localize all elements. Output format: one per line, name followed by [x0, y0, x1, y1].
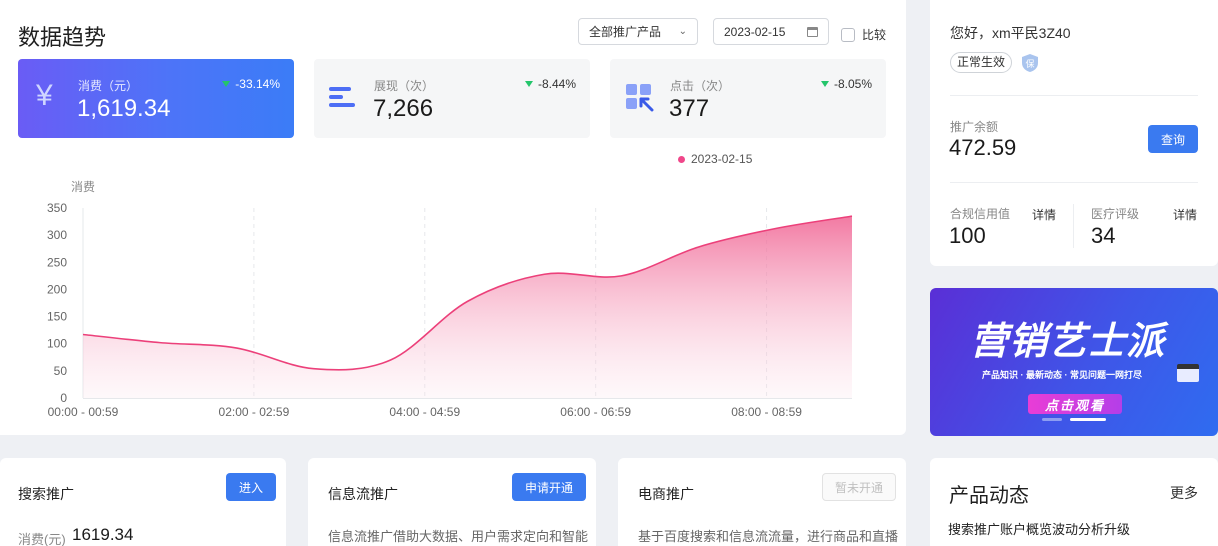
feed-promo-card: 信息流推广 申请开通 信息流推广借助大数据、用户需求定向和智能 [308, 458, 596, 546]
card-title: 电商推广 [638, 486, 694, 502]
metric-change-text: -33.14% [235, 77, 280, 91]
credit-detail-link[interactable]: 详情 [1032, 206, 1056, 223]
search-promo-card: 搜索推广 进入 消费(元) 1619.34 [0, 458, 286, 546]
account-panel: 您好，xm平民3Z40 正常生效 保 推广余额 472.59 查询 合规信用值 … [930, 0, 1218, 266]
y-tick-label: 350 [47, 201, 67, 215]
carousel-dot-active[interactable] [1070, 418, 1106, 421]
banner-title: 营销艺士派 [970, 321, 1166, 363]
compare-checkbox[interactable] [841, 27, 855, 42]
y-tick-label: 100 [47, 337, 67, 351]
legend-label: 2023-02-15 [691, 152, 753, 166]
metric-card-clicks[interactable]: 点击（次） 377 -8.05% [610, 59, 886, 138]
y-tick-label: 150 [47, 310, 67, 324]
legend-dot [678, 155, 685, 163]
card-title: 信息流推广 [328, 486, 398, 502]
y-tick-label: 200 [47, 282, 67, 296]
calendar-icon [807, 26, 818, 37]
medical-value: 34 [1091, 223, 1116, 248]
chevron-down-icon: ⌄ [678, 26, 687, 37]
card-title: 搜索推广 [18, 486, 74, 502]
metric-change-text: -8.44% [537, 77, 576, 91]
status-badge: 正常生效 [950, 52, 1013, 73]
series-area [83, 216, 852, 398]
down-arrow-icon [820, 81, 829, 87]
metric-change: -33.14% [222, 77, 280, 91]
divider-vertical [1073, 204, 1074, 248]
metric-change: -8.44% [524, 77, 576, 91]
compare-label: 比较 [862, 28, 887, 42]
page-title: 数据趋势 [18, 25, 107, 50]
down-arrow-icon [524, 81, 533, 87]
x-tick-label: 06:00 - 06:59 [560, 405, 631, 419]
medical-label: 医疗评级 [1091, 207, 1140, 221]
query-button[interactable]: 查询 [1148, 125, 1198, 153]
trend-panel: 数据趋势 全部推广产品 ⌄ 2023-02-15 比较 ¥ 消费（元） 1,61… [0, 0, 906, 435]
divider [950, 95, 1198, 96]
x-tick-label: 00:00 - 00:59 [48, 405, 119, 419]
y-tick-label: 0 [60, 391, 67, 405]
banner-cta-button[interactable]: 点击观看 [1028, 394, 1122, 414]
credit-label: 合规信用值 [950, 207, 1011, 221]
greeting: 您好，xm平民3Z40 [950, 25, 1071, 41]
chart-legend[interactable]: 2023-02-15 [678, 152, 752, 166]
metric-value: 1,619.34 [77, 95, 171, 122]
metric-card-spend[interactable]: ¥ 消费（元） 1,619.34 -33.14% [18, 59, 294, 138]
enter-button[interactable]: 进入 [226, 473, 276, 501]
not-open-button[interactable]: 暂未开通 [822, 473, 896, 501]
x-tick-label: 08:00 - 08:59 [731, 405, 802, 419]
balance-value: 472.59 [949, 135, 1017, 160]
balance-label: 推广余额 [950, 120, 999, 134]
apply-button[interactable]: 申请开通 [512, 473, 586, 501]
clapperboard-icon [1177, 364, 1199, 382]
metric-card-impressions[interactable]: 展现（次） 7,266 -8.44% [314, 59, 590, 138]
medical-detail-link[interactable]: 详情 [1173, 206, 1197, 223]
spend-chart: 消费 350 300 250 200 150 100 50 0 00:00 - 00:59 02:0… [0, 170, 906, 432]
banner-subtitle: 产品知识 · 最新动态 · 常见问题一网打尽 [982, 370, 1142, 380]
credit-value: 100 [949, 223, 986, 248]
promo-banner[interactable]: 营销艺士派 产品知识 · 最新动态 · 常见问题一网打尽 点击观看 [930, 288, 1218, 436]
metric-label: 消费（元） [78, 79, 139, 93]
card-description: 信息流推广借助大数据、用户需求定向和智能 [328, 529, 589, 544]
x-tick-label: 02:00 - 02:59 [219, 405, 290, 419]
ecom-promo-card: 电商推广 暂未开通 基于百度搜索和信息流流量，进行商品和直播 [618, 458, 906, 546]
product-news-card: 产品动态 更多 搜索推广账户概览波动分析升级 [930, 458, 1218, 546]
spend-value: 1619.34 [72, 525, 134, 544]
down-arrow-icon [222, 81, 231, 87]
product-select-value: 全部推广产品 [589, 25, 662, 39]
metric-label: 点击（次） [670, 79, 731, 93]
spend-chart-svg: 消费 350 300 250 200 150 100 50 000:00 - 00:59 02:0… [47, 180, 853, 419]
metric-change: -8.05% [820, 77, 872, 91]
product-select[interactable]: 全部推广产品 ⌄ [578, 18, 698, 45]
y-axis-label: 消费 [71, 180, 95, 194]
news-item[interactable]: 搜索推广账户概览波动分析升级 [948, 519, 1130, 538]
divider [950, 182, 1198, 183]
card-title: 产品动态 [949, 485, 1029, 507]
metric-value: 7,266 [373, 95, 434, 122]
metric-label: 展现（次） [374, 79, 435, 93]
yen-icon: ¥ [36, 79, 53, 112]
metric-value: 377 [669, 95, 710, 122]
svg-text:保: 保 [1025, 58, 1034, 70]
metric-change-text: -8.05% [833, 77, 872, 91]
compare-toggle[interactable]: 比较 [841, 26, 886, 43]
more-link[interactable]: 更多 [1170, 483, 1198, 503]
date-picker[interactable]: 2023-02-15 [713, 18, 829, 45]
y-tick-label: 300 [47, 228, 67, 242]
y-tick-label: 50 [54, 364, 68, 378]
card-description: 基于百度搜索和信息流流量，进行商品和直播 [638, 529, 899, 544]
list-icon [329, 86, 357, 108]
x-tick-label: 04:00 - 04:59 [389, 405, 460, 419]
date-value: 2023-02-15 [724, 24, 786, 39]
click-icon [626, 84, 654, 112]
spend-label: 消费(元) [18, 532, 66, 546]
shield-icon: 保 [1022, 54, 1038, 77]
carousel-dot[interactable] [1042, 418, 1062, 421]
y-tick-label: 250 [47, 255, 67, 269]
